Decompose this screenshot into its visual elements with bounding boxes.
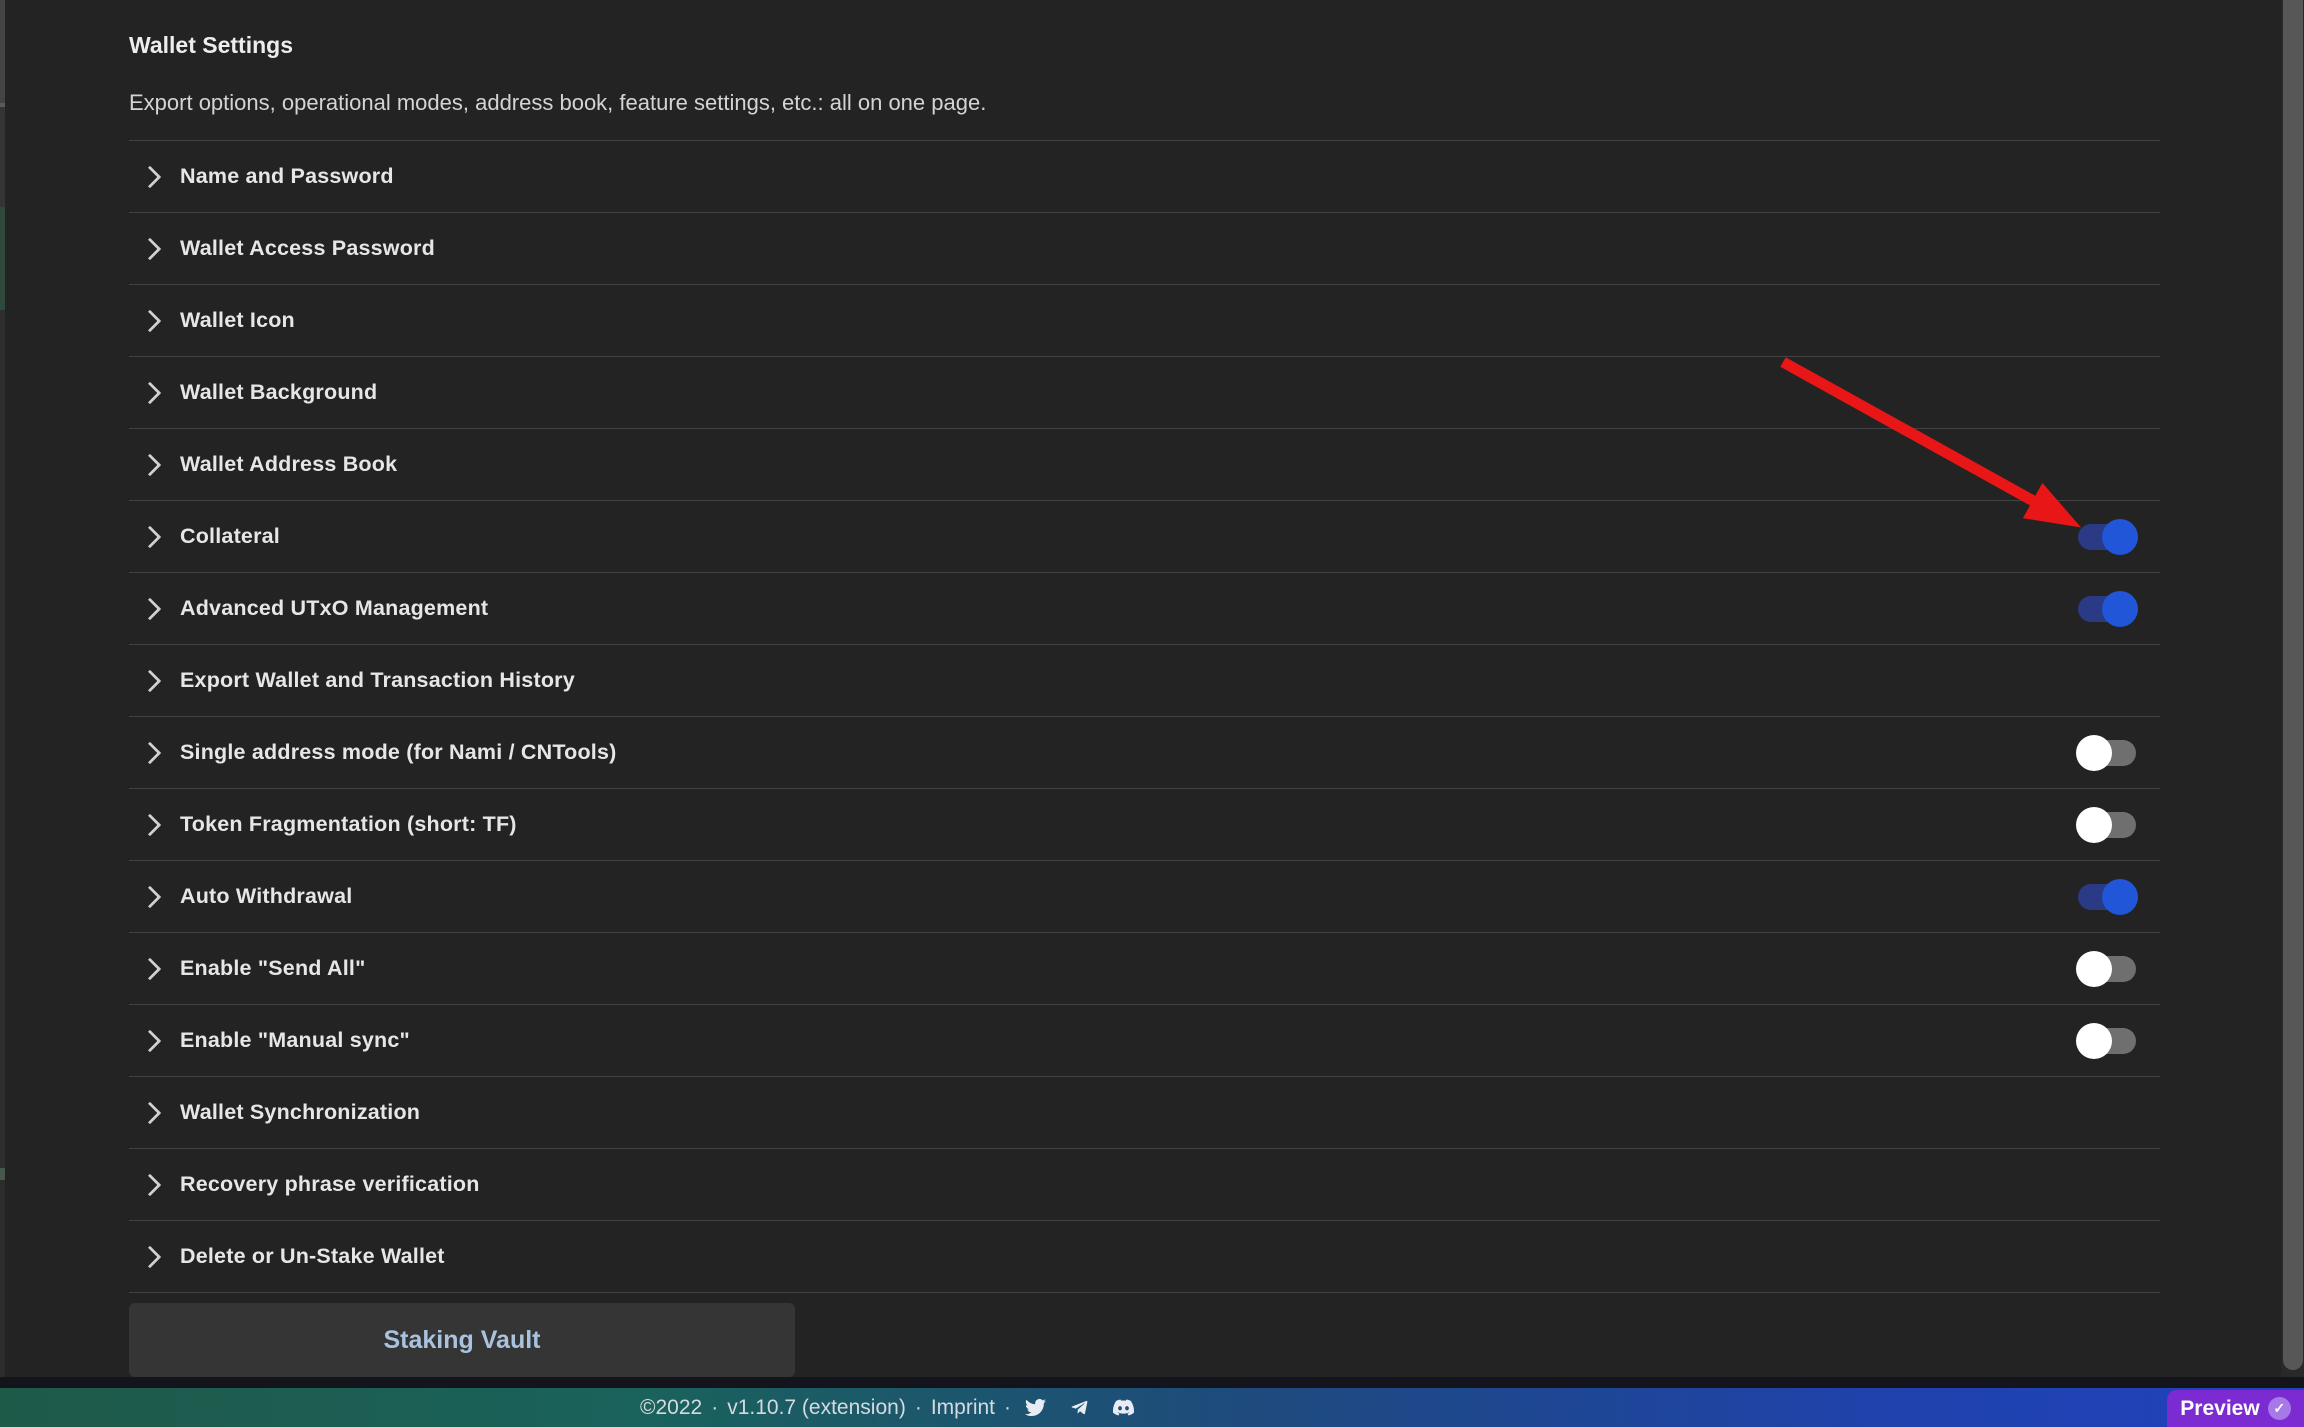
settings-row[interactable]: Wallet Access Password bbox=[129, 213, 2160, 285]
chevron-right-icon bbox=[139, 165, 162, 188]
row-label: Enable "Send All" bbox=[180, 956, 365, 981]
chevron-right-icon bbox=[139, 597, 162, 620]
chevron-right-icon bbox=[139, 525, 162, 548]
row-label: Enable "Manual sync" bbox=[180, 1028, 410, 1053]
footer-bar: ©2022 · v1.10.7 (extension) · Imprint · bbox=[0, 1388, 2304, 1427]
toggle-knob bbox=[2076, 807, 2112, 843]
scrollbar[interactable] bbox=[2281, 0, 2304, 1388]
chevron-right-icon bbox=[139, 309, 162, 332]
settings-row[interactable]: Collateral bbox=[129, 501, 2160, 573]
settings-row[interactable]: Enable "Manual sync" bbox=[129, 1005, 2160, 1077]
settings-row[interactable]: Name and Password bbox=[129, 141, 2160, 213]
toggle-switch-on[interactable] bbox=[2075, 590, 2139, 628]
preview-badge[interactable]: Preview ✓ bbox=[2167, 1390, 2304, 1427]
footer-version: v1.10.7 (extension) bbox=[727, 1396, 906, 1420]
footer-content: ©2022 · v1.10.7 (extension) · Imprint · bbox=[640, 1388, 1136, 1427]
toggle-switch-off[interactable] bbox=[2075, 950, 2139, 988]
settings-row[interactable]: Enable "Send All" bbox=[129, 933, 2160, 1005]
settings-row[interactable]: Wallet Address Book bbox=[129, 429, 2160, 501]
chevron-right-icon bbox=[139, 381, 162, 404]
check-icon: ✓ bbox=[2268, 1397, 2291, 1420]
toggle-knob bbox=[2102, 591, 2138, 627]
row-label: Collateral bbox=[180, 524, 280, 549]
row-label: Wallet Address Book bbox=[180, 452, 397, 477]
footer-copyright: ©2022 bbox=[640, 1396, 702, 1420]
row-label: Token Fragmentation (short: TF) bbox=[180, 812, 517, 837]
toggle-switch-off[interactable] bbox=[2075, 734, 2139, 772]
row-label: Delete or Un-Stake Wallet bbox=[180, 1244, 445, 1269]
settings-row[interactable]: Wallet Synchronization bbox=[129, 1077, 2160, 1149]
row-label: Name and Password bbox=[180, 164, 394, 189]
toggle-knob bbox=[2102, 879, 2138, 915]
imprint-link[interactable]: Imprint bbox=[931, 1396, 995, 1420]
staking-vault-button[interactable]: Staking Vault bbox=[129, 1303, 795, 1377]
discord-icon[interactable] bbox=[1111, 1397, 1136, 1418]
row-label: Wallet Access Password bbox=[180, 236, 435, 261]
settings-row[interactable]: Wallet Background bbox=[129, 357, 2160, 429]
chevron-right-icon bbox=[139, 1245, 162, 1268]
chevron-right-icon bbox=[139, 1173, 162, 1196]
settings-row[interactable]: Token Fragmentation (short: TF) bbox=[129, 789, 2160, 861]
wallet-settings-panel: Wallet Settings Export options, operatio… bbox=[129, 0, 2160, 1377]
settings-row[interactable]: Recovery phrase verification bbox=[129, 1149, 2160, 1221]
settings-row[interactable]: Export Wallet and Transaction History bbox=[129, 645, 2160, 717]
settings-row[interactable]: Wallet Icon bbox=[129, 285, 2160, 357]
scrollbar-thumb[interactable] bbox=[2283, 0, 2303, 1370]
telegram-icon[interactable] bbox=[1067, 1397, 1092, 1418]
toggle-knob bbox=[2102, 519, 2138, 555]
row-label: Recovery phrase verification bbox=[180, 1172, 480, 1197]
chevron-right-icon bbox=[139, 237, 162, 260]
twitter-icon[interactable] bbox=[1023, 1397, 1048, 1418]
settings-list: Name and Password Wallet Access Password… bbox=[129, 140, 2160, 1293]
preview-label: Preview bbox=[2180, 1397, 2259, 1421]
row-label: Advanced UTxO Management bbox=[180, 596, 488, 621]
toggle-switch-on[interactable] bbox=[2075, 878, 2139, 916]
toggle-knob bbox=[2076, 735, 2112, 771]
row-label: Auto Withdrawal bbox=[180, 884, 352, 909]
row-label: Wallet Icon bbox=[180, 308, 295, 333]
chevron-right-icon bbox=[139, 885, 162, 908]
footer-dark-strip bbox=[0, 1377, 2304, 1388]
settings-row[interactable]: Delete or Un-Stake Wallet bbox=[129, 1221, 2160, 1293]
toggle-knob bbox=[2076, 951, 2112, 987]
settings-row[interactable]: Advanced UTxO Management bbox=[129, 573, 2160, 645]
row-label: Wallet Synchronization bbox=[180, 1100, 420, 1125]
chevron-right-icon bbox=[139, 453, 162, 476]
chevron-right-icon bbox=[139, 1029, 162, 1052]
left-edge-strip bbox=[0, 0, 5, 1388]
chevron-right-icon bbox=[139, 741, 162, 764]
toggle-switch-off[interactable] bbox=[2075, 806, 2139, 844]
row-label: Export Wallet and Transaction History bbox=[180, 668, 575, 693]
chevron-right-icon bbox=[139, 957, 162, 980]
toggle-knob bbox=[2076, 1023, 2112, 1059]
page-subtitle: Export options, operational modes, addre… bbox=[129, 88, 2160, 118]
toggle-switch-on[interactable] bbox=[2075, 518, 2139, 556]
chevron-right-icon bbox=[139, 1101, 162, 1124]
page-title: Wallet Settings bbox=[129, 30, 2160, 60]
chevron-right-icon bbox=[139, 669, 162, 692]
settings-row[interactable]: Single address mode (for Nami / CNTools) bbox=[129, 717, 2160, 789]
toggle-switch-off[interactable] bbox=[2075, 1022, 2139, 1060]
row-label: Single address mode (for Nami / CNTools) bbox=[180, 740, 616, 765]
chevron-right-icon bbox=[139, 813, 162, 836]
settings-row[interactable]: Auto Withdrawal bbox=[129, 861, 2160, 933]
row-label: Wallet Background bbox=[180, 380, 377, 405]
